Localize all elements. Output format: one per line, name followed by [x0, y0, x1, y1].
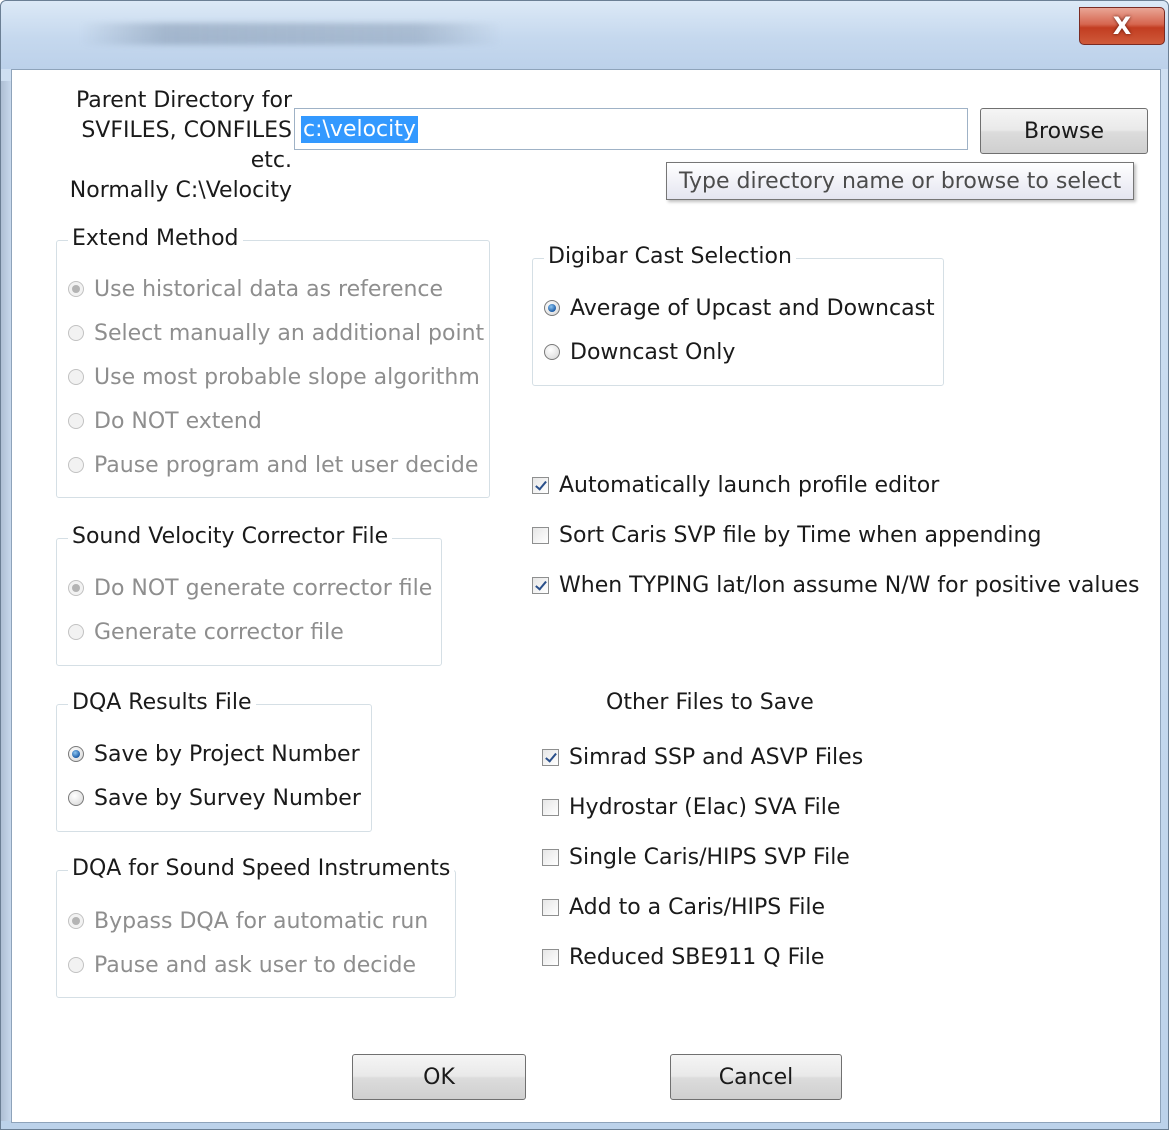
digibar-title: Digibar Cast Selection [544, 244, 796, 269]
window-title-blurred [81, 23, 501, 45]
check-sort-caris[interactable]: Sort Caris SVP file by Time when appendi… [532, 520, 1139, 550]
window-frame-left [1, 81, 11, 1121]
browse-button[interactable]: Browse [980, 108, 1148, 154]
checkbox-label: Sort Caris SVP file by Time when appendi… [559, 522, 1042, 548]
radio-icon [68, 580, 84, 596]
dialog-client-area: Parent Directory for SVFILES, CONFILES e… [11, 69, 1161, 1123]
parent-label-line2: SVFILES, CONFILES etc. [81, 118, 292, 173]
check-reduced-sbe911[interactable]: Reduced SBE911 Q File [542, 942, 863, 972]
dqa-results-title: DQA Results File [68, 690, 256, 715]
option-label: Use most probable slope algorithm [94, 364, 480, 390]
parent-directory-value: c:\velocity [301, 115, 418, 143]
dqa-option-project[interactable]: Save by Project Number [68, 739, 361, 769]
checkbox-label: When TYPING lat/lon assume N/W for posit… [559, 572, 1140, 598]
checkbox-label: Add to a Caris/HIPS File [569, 894, 826, 920]
radio-icon [68, 746, 84, 762]
parent-directory-input[interactable]: c:\velocity [294, 108, 968, 150]
dqa-instruments-title: DQA for Sound Speed Instruments [68, 856, 455, 881]
radio-icon [544, 300, 560, 316]
checkbox-icon [532, 526, 549, 544]
digibar-option-average[interactable]: Average of Upcast and Downcast [544, 293, 935, 323]
radio-icon [68, 790, 84, 806]
option-label: Use historical data as reference [94, 276, 444, 302]
checkbox-label: Reduced SBE911 Q File [569, 944, 825, 970]
directory-tooltip: Type directory name or browse to select [666, 162, 1135, 200]
radio-icon [68, 325, 84, 341]
dqa-instruments-options: Bypass DQA for automatic run Pause and a… [68, 906, 428, 980]
check-simrad[interactable]: Simrad SSP and ASVP Files [542, 742, 863, 772]
ok-button[interactable]: OK [352, 1054, 526, 1100]
parent-directory-label: Parent Directory for SVFILES, CONFILES e… [52, 86, 292, 206]
dqa-instr-option-pause[interactable]: Pause and ask user to decide [68, 950, 428, 980]
check-hydrostar[interactable]: Hydrostar (Elac) SVA File [542, 792, 863, 822]
sv-corrector-options: Do NOT generate corrector file Generate … [68, 573, 432, 647]
radio-icon [68, 457, 84, 473]
checkbox-icon [542, 848, 559, 866]
option-label: Pause and ask user to decide [94, 952, 417, 978]
check-assume-nw[interactable]: When TYPING lat/lon assume N/W for posit… [532, 570, 1139, 600]
dialog-window: X Parent Directory for SVFILES, CONFILES… [0, 0, 1169, 1130]
other-files-title: Other Files to Save [606, 690, 814, 715]
extend-option-slope[interactable]: Use most probable slope algorithm [68, 362, 484, 392]
option-label: Select manually an additional point [94, 320, 485, 346]
extend-option-historical[interactable]: Use historical data as reference [68, 274, 484, 304]
option-label: Downcast Only [570, 339, 736, 365]
checkbox-label: Hydrostar (Elac) SVA File [569, 794, 841, 820]
option-label: Do NOT extend [94, 408, 262, 434]
radio-icon [68, 369, 84, 385]
checkbox-icon [542, 798, 559, 816]
sv-corrector-title: Sound Velocity Corrector File [68, 524, 393, 549]
sv-option-generate[interactable]: Generate corrector file [68, 617, 432, 647]
radio-icon [68, 624, 84, 640]
digibar-options: Average of Upcast and Downcast Downcast … [544, 293, 935, 367]
option-label: Bypass DQA for automatic run [94, 908, 429, 934]
checkbox-icon [542, 748, 559, 766]
other-files-list: Simrad SSP and ASVP Files Hydrostar (Ela… [542, 742, 863, 972]
option-label: Generate corrector file [94, 619, 344, 645]
dqa-results-options: Save by Project Number Save by Survey Nu… [68, 739, 361, 813]
check-single-caris[interactable]: Single Caris/HIPS SVP File [542, 842, 863, 872]
extend-option-none[interactable]: Do NOT extend [68, 406, 484, 436]
checkbox-label: Automatically launch profile editor [559, 472, 940, 498]
checkbox-label: Simrad SSP and ASVP Files [569, 744, 864, 770]
dqa-option-survey[interactable]: Save by Survey Number [68, 783, 361, 813]
dqa-instr-option-bypass[interactable]: Bypass DQA for automatic run [68, 906, 428, 936]
option-label: Save by Project Number [94, 741, 360, 767]
checkbox-icon [532, 576, 549, 594]
check-add-caris[interactable]: Add to a Caris/HIPS File [542, 892, 863, 922]
settings-checkboxes: Automatically launch profile editor Sort… [532, 470, 1139, 600]
radio-icon [68, 281, 84, 297]
digibar-option-downcast[interactable]: Downcast Only [544, 337, 935, 367]
extend-option-pause[interactable]: Pause program and let user decide [68, 450, 484, 480]
parent-label-line1: Parent Directory for [75, 88, 292, 113]
option-label: Average of Upcast and Downcast [570, 295, 935, 321]
radio-icon [68, 413, 84, 429]
sv-option-no-generate[interactable]: Do NOT generate corrector file [68, 573, 432, 603]
close-icon: X [1112, 12, 1132, 40]
option-label: Do NOT generate corrector file [94, 575, 433, 601]
extend-option-manual[interactable]: Select manually an additional point [68, 318, 484, 348]
option-label: Save by Survey Number [94, 785, 361, 811]
radio-icon [68, 957, 84, 973]
checkbox-icon [532, 476, 549, 494]
check-launch-editor[interactable]: Automatically launch profile editor [532, 470, 1139, 500]
radio-icon [68, 913, 84, 929]
checkbox-icon [542, 898, 559, 916]
checkbox-icon [542, 948, 559, 966]
close-button[interactable]: X [1079, 7, 1165, 45]
extend-method-title: Extend Method [68, 226, 243, 251]
cancel-button[interactable]: Cancel [670, 1054, 842, 1100]
radio-icon [544, 344, 560, 360]
option-label: Pause program and let user decide [94, 452, 479, 478]
extend-method-options: Use historical data as reference Select … [68, 274, 484, 480]
parent-label-line3: Normally C:\Velocity [69, 178, 292, 203]
title-bar[interactable]: X [1, 1, 1168, 69]
checkbox-label: Single Caris/HIPS SVP File [569, 844, 850, 870]
